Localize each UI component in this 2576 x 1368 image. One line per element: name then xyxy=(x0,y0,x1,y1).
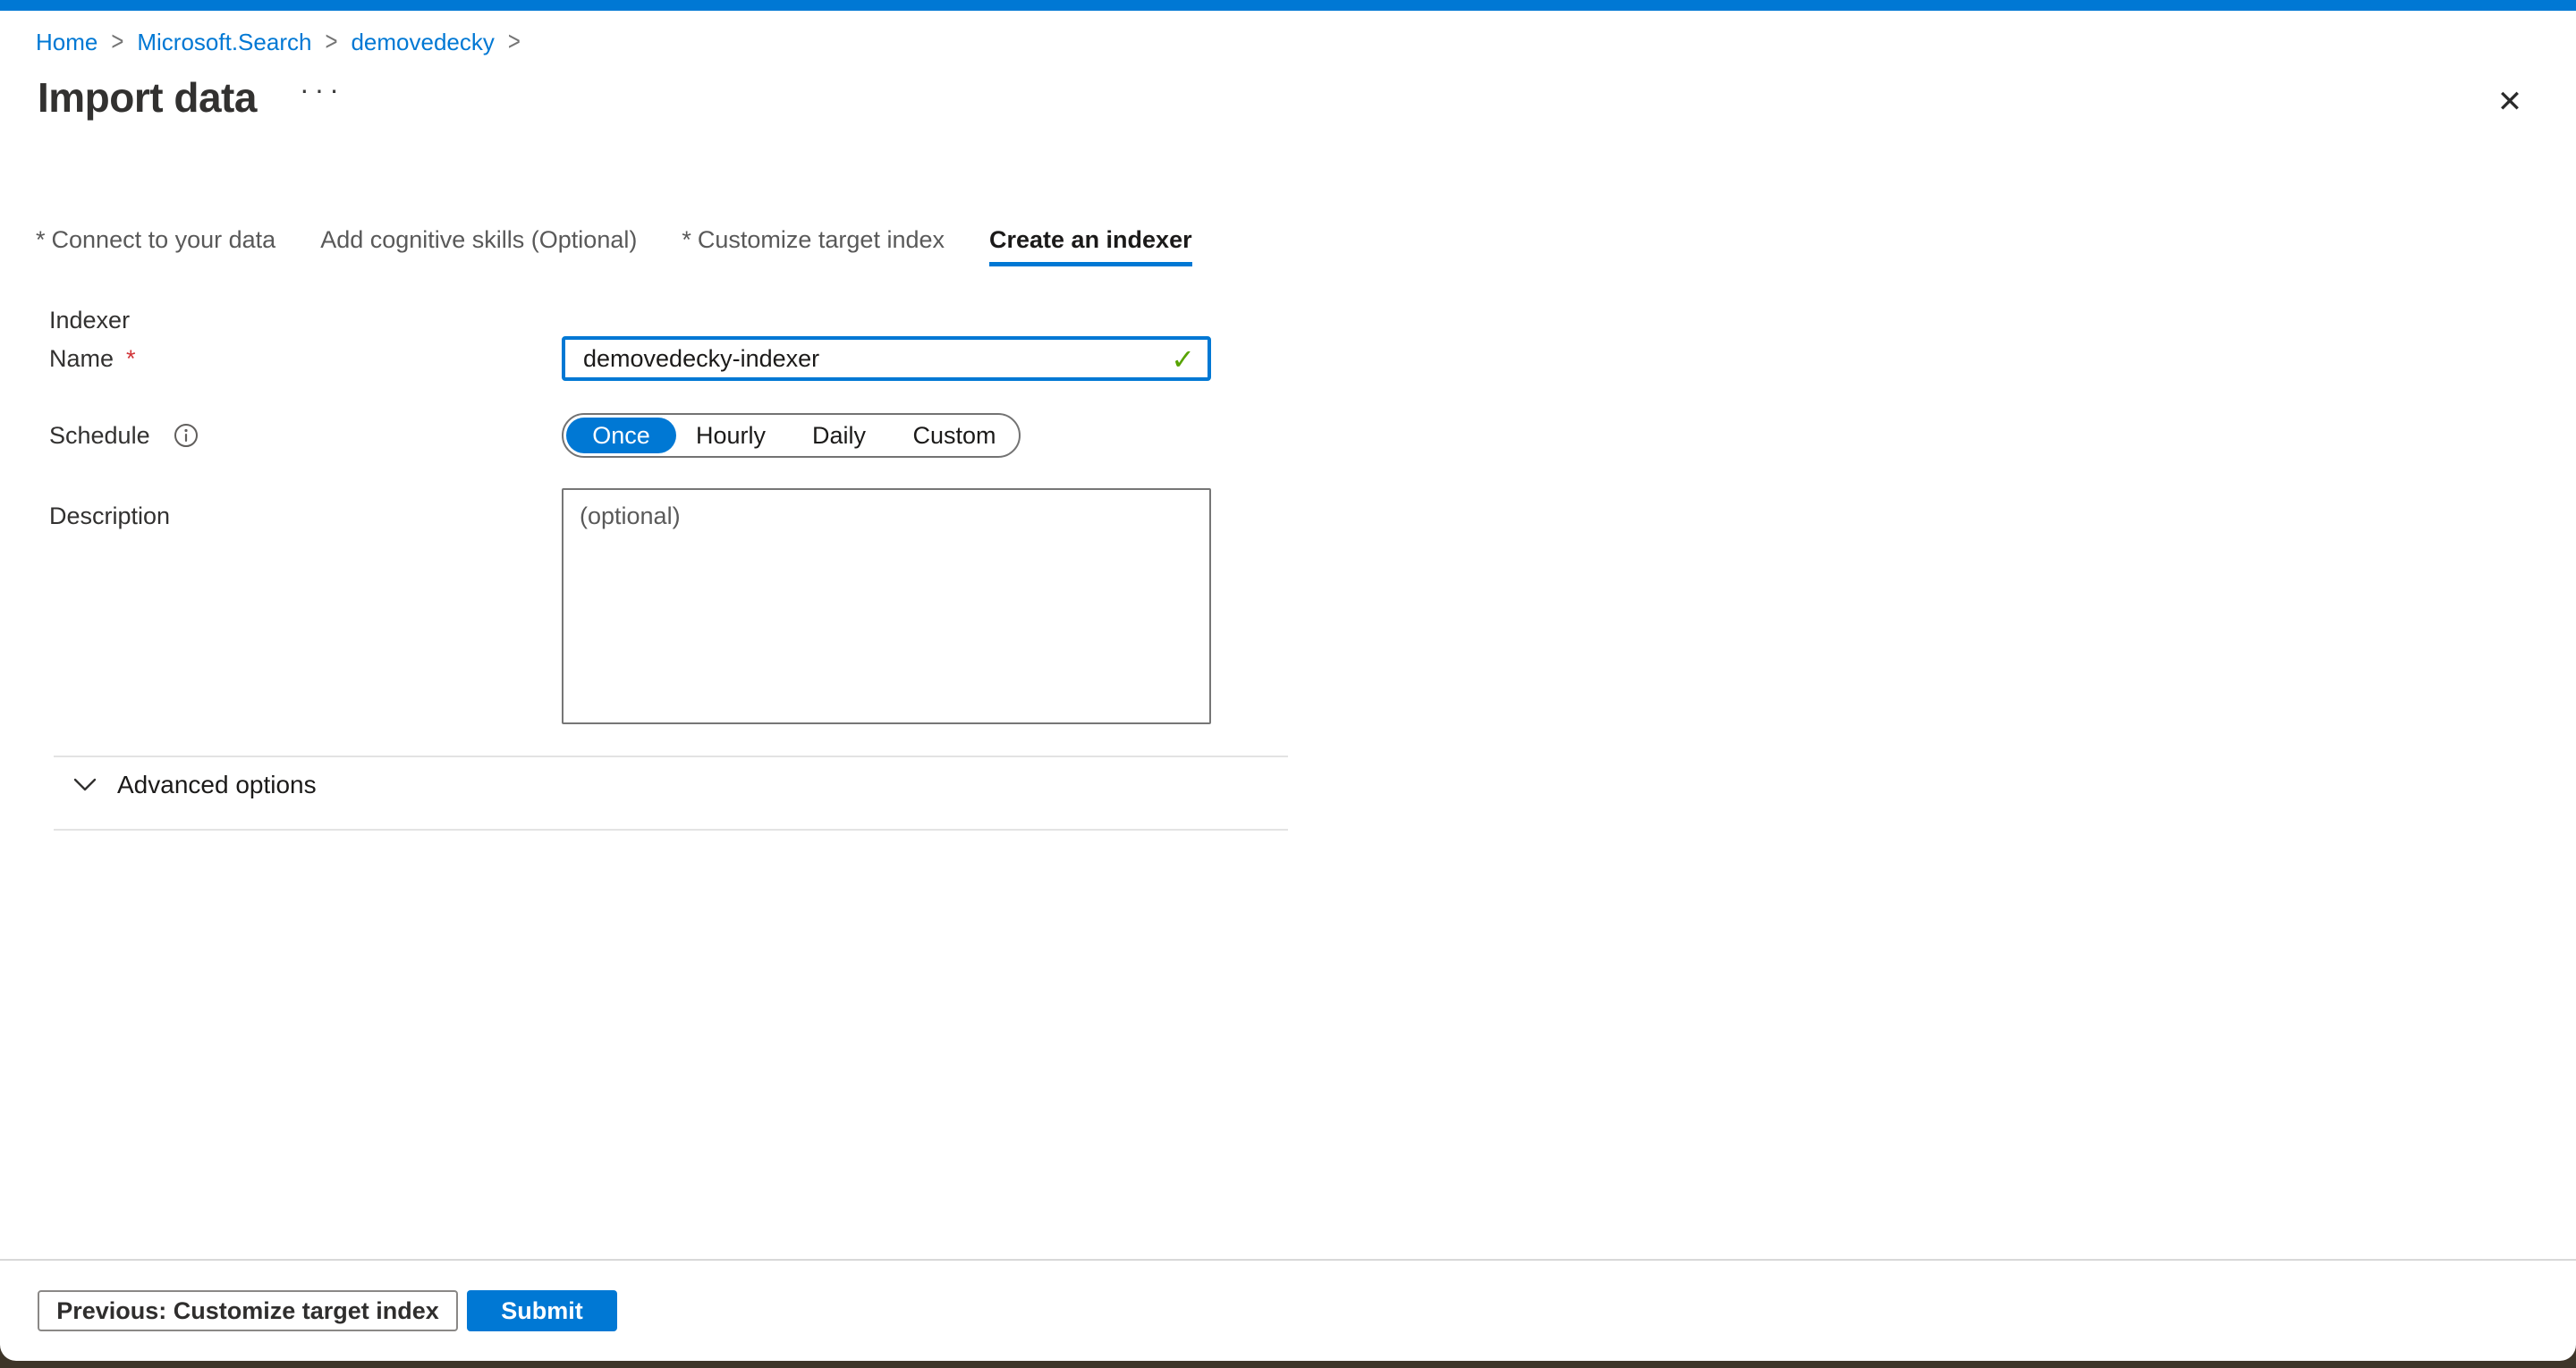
import-data-panel: Home > Microsoft.Search > demovedecky > … xyxy=(0,0,2576,1361)
top-accent-bar xyxy=(0,0,2576,11)
breadcrumb-link-demovedecky[interactable]: demovedecky xyxy=(351,29,494,55)
required-asterisk: * xyxy=(126,345,136,373)
breadcrumb-separator: > xyxy=(325,25,337,59)
schedule-option-once[interactable]: Once xyxy=(566,418,676,453)
previous-button[interactable]: Previous: Customize target index xyxy=(38,1290,458,1331)
indexer-form: Indexer Name * ✓ Schedule xyxy=(49,308,1284,724)
schedule-option-daily[interactable]: Daily xyxy=(785,415,893,456)
tab-customize-target-index[interactable]: * Customize target index xyxy=(682,226,945,266)
title-row: Import data ··· xyxy=(38,73,344,122)
tab-label: Create an indexer xyxy=(989,226,1192,253)
name-label-text: Name xyxy=(49,345,114,373)
description-row: Description xyxy=(49,488,1284,724)
tab-label: Add cognitive skills (Optional) xyxy=(320,226,637,253)
more-options-button[interactable]: ··· xyxy=(300,75,344,104)
content-divider xyxy=(54,829,1288,831)
desktop-background: { "breadcrumb": { "separator": ">", "ite… xyxy=(0,0,2576,1368)
breadcrumb-link-microsoft-search[interactable]: Microsoft.Search xyxy=(137,29,311,55)
breadcrumb: Home > Microsoft.Search > demovedecky > xyxy=(36,29,521,55)
description-label: Description xyxy=(49,488,562,530)
schedule-segmented-control: Once Hourly Daily Custom xyxy=(562,413,1021,458)
name-row: Name * ✓ xyxy=(49,336,1284,381)
footer-divider xyxy=(0,1259,2576,1261)
submit-button[interactable]: Submit xyxy=(467,1290,617,1331)
info-icon[interactable] xyxy=(174,423,199,448)
content-divider xyxy=(54,756,1288,757)
tab-create-an-indexer[interactable]: Create an indexer xyxy=(989,226,1192,266)
advanced-options-label: Advanced options xyxy=(117,771,317,799)
ellipsis-icon: ··· xyxy=(300,73,344,106)
wizard-tabs: *Connect to your data Add cognitive skil… xyxy=(36,226,1192,266)
breadcrumb-separator: > xyxy=(111,25,123,59)
schedule-label-text: Schedule xyxy=(49,422,150,450)
schedule-label: Schedule xyxy=(49,422,562,450)
tab-connect-to-your-data[interactable]: *Connect to your data xyxy=(36,226,275,266)
tab-label: Connect to your data xyxy=(52,226,276,253)
close-icon: ✕ xyxy=(2497,85,2523,119)
indexer-section-label: Indexer xyxy=(49,308,1284,333)
required-tab-mark: * xyxy=(682,226,691,253)
schedule-row: Schedule Once Hourly Daily Custom xyxy=(49,413,1284,458)
tab-add-cognitive-skills[interactable]: Add cognitive skills (Optional) xyxy=(320,226,637,266)
schedule-option-hourly[interactable]: Hourly xyxy=(676,415,785,456)
name-input[interactable] xyxy=(562,336,1211,381)
description-label-text: Description xyxy=(49,502,170,530)
schedule-option-custom[interactable]: Custom xyxy=(893,415,1016,456)
breadcrumb-link-home[interactable]: Home xyxy=(36,29,97,55)
close-button[interactable]: ✕ xyxy=(2490,82,2529,122)
chevron-down-icon xyxy=(73,778,97,792)
required-tab-mark: * xyxy=(36,226,46,253)
name-input-wrap: ✓ xyxy=(562,336,1211,381)
description-textarea[interactable] xyxy=(562,488,1211,724)
name-label: Name * xyxy=(49,345,562,373)
advanced-options-toggle[interactable]: Advanced options xyxy=(73,771,317,799)
tab-label: Customize target index xyxy=(698,226,945,253)
breadcrumb-separator: > xyxy=(508,25,521,59)
page-title: Import data xyxy=(38,73,257,122)
